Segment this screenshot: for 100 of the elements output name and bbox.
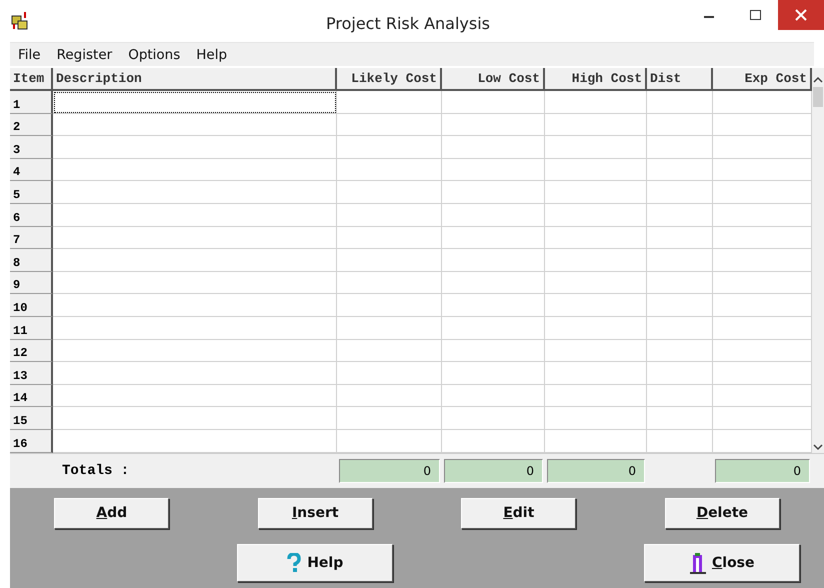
dice-icon <box>10 11 30 31</box>
row-number: 7 <box>10 226 53 250</box>
table-cell[interactable] <box>442 136 545 159</box>
table-cell[interactable] <box>53 294 337 317</box>
table-cell[interactable] <box>647 362 713 385</box>
total-field: 0 <box>715 458 810 482</box>
table-cell[interactable] <box>442 272 545 294</box>
scroll-down-icon[interactable] <box>813 442 823 452</box>
table-cell[interactable] <box>545 384 647 408</box>
table-cell[interactable] <box>647 272 713 294</box>
table-cell[interactable] <box>442 340 545 362</box>
table-cell[interactable] <box>337 181 442 204</box>
table-cell[interactable] <box>647 294 713 317</box>
table-cell[interactable] <box>647 91 713 114</box>
table-cell[interactable] <box>53 158 337 182</box>
table-cell[interactable] <box>53 181 337 204</box>
table-cell[interactable] <box>442 316 545 340</box>
scroll-up-icon[interactable] <box>813 75 823 85</box>
action-button[interactable]: Insert <box>258 498 373 528</box>
menu-item[interactable]: Options <box>120 46 188 62</box>
table-cell[interactable] <box>647 114 713 136</box>
table-cell[interactable] <box>647 407 713 430</box>
column-header: Item <box>10 68 53 91</box>
table-cell[interactable] <box>545 407 647 430</box>
row-number: 9 <box>10 272 53 294</box>
table-cell[interactable] <box>337 407 442 430</box>
table-cell[interactable] <box>337 316 442 340</box>
table-cell[interactable] <box>647 249 713 272</box>
table-cell[interactable] <box>337 362 442 385</box>
table-cell[interactable] <box>545 181 647 204</box>
table-cell[interactable] <box>442 204 545 227</box>
table-cell[interactable] <box>442 226 545 250</box>
close-button[interactable] <box>778 0 824 30</box>
table-cell[interactable] <box>545 294 647 317</box>
table-cell[interactable] <box>545 272 647 294</box>
table-cell[interactable] <box>442 249 545 272</box>
table-cell[interactable] <box>337 114 442 136</box>
table-cell[interactable] <box>647 384 713 408</box>
table-cell[interactable] <box>53 91 337 114</box>
action-button[interactable]: Edit <box>461 498 576 528</box>
table-cell[interactable] <box>545 114 647 136</box>
table-cell[interactable] <box>337 340 442 362</box>
table-cell[interactable] <box>647 181 713 204</box>
table-cell[interactable] <box>647 340 713 362</box>
table-cell[interactable] <box>337 294 442 317</box>
table-cell[interactable] <box>337 249 442 272</box>
table-cell[interactable] <box>647 136 713 159</box>
table-cell[interactable] <box>545 204 647 227</box>
table-cell[interactable] <box>53 226 337 250</box>
table-cell[interactable] <box>53 407 337 430</box>
table-cell[interactable] <box>53 136 337 159</box>
table-cell[interactable] <box>545 316 647 340</box>
table-cell[interactable] <box>442 181 545 204</box>
table-cell[interactable] <box>337 384 442 408</box>
table-cell[interactable] <box>545 226 647 250</box>
table-cell[interactable] <box>647 226 713 250</box>
table-cell[interactable] <box>337 226 442 250</box>
menu-item[interactable]: File <box>10 46 49 62</box>
table-cell[interactable] <box>442 362 545 385</box>
table-cell[interactable] <box>647 158 713 182</box>
table-cell[interactable] <box>337 136 442 159</box>
totals-label: Totals : <box>61 462 130 478</box>
action-button[interactable]: Close <box>644 544 800 582</box>
table-cell[interactable] <box>647 204 713 227</box>
table-cell[interactable] <box>442 91 545 114</box>
column-header: High Cost <box>545 68 647 91</box>
table-cell[interactable] <box>545 158 647 182</box>
menu-item[interactable]: Register <box>48 46 120 62</box>
table-cell[interactable] <box>337 91 442 114</box>
action-button[interactable]: Help <box>237 544 394 582</box>
column-header: Likely Cost <box>337 68 442 91</box>
table-cell[interactable] <box>442 114 545 136</box>
table-cell[interactable] <box>53 340 337 362</box>
table-cell[interactable] <box>545 91 647 114</box>
question-mark-icon <box>287 552 302 572</box>
table-cell[interactable] <box>545 340 647 362</box>
table-cell[interactable] <box>337 272 442 294</box>
table-cell[interactable] <box>442 158 545 182</box>
table-cell[interactable] <box>545 136 647 159</box>
table-cell[interactable] <box>647 316 713 340</box>
table-cell[interactable] <box>53 249 337 272</box>
door-icon <box>690 552 706 574</box>
table-cell[interactable] <box>53 114 337 136</box>
table-cell[interactable] <box>337 158 442 182</box>
scrollbar[interactable] <box>812 68 824 452</box>
table-cell[interactable] <box>53 384 337 408</box>
table-cell[interactable] <box>53 316 337 340</box>
table-cell[interactable] <box>545 249 647 272</box>
action-button[interactable]: Delete <box>664 498 780 528</box>
table-cell[interactable] <box>53 362 337 385</box>
table-cell[interactable] <box>53 204 337 227</box>
table-cell[interactable] <box>442 384 545 408</box>
table-cell[interactable] <box>337 204 442 227</box>
menu-item[interactable]: Help <box>188 46 236 62</box>
table-cell[interactable] <box>53 272 337 294</box>
table-cell[interactable] <box>442 407 545 430</box>
table-cell[interactable] <box>545 362 647 385</box>
action-button[interactable]: Add <box>54 498 170 528</box>
scroll-thumb[interactable] <box>813 87 823 107</box>
table-cell[interactable] <box>442 294 545 317</box>
